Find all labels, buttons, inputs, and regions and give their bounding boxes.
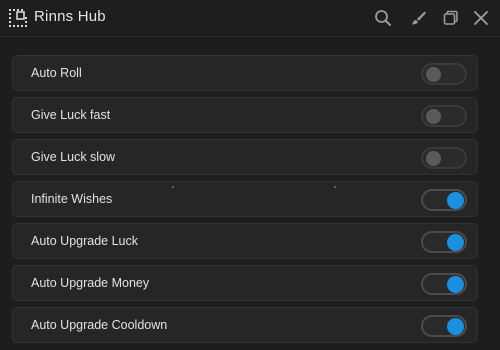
- toggle-label: Infinite Wishes: [31, 192, 113, 206]
- toggle-label: Auto Upgrade Cooldown: [31, 318, 168, 332]
- search-button[interactable]: [372, 7, 394, 29]
- toggle-switch[interactable]: [421, 147, 467, 169]
- artifact-dot: [172, 186, 174, 188]
- toggle-row-auto-upgrade-cooldown: Auto Upgrade Cooldown: [12, 307, 478, 343]
- toggle-label: Give Luck slow: [31, 150, 116, 164]
- toggle-knob: [426, 109, 441, 124]
- close-icon: [474, 11, 488, 25]
- toggle-label: Auto Upgrade Money: [31, 276, 150, 290]
- toggle-row-give-luck-fast: Give Luck fast: [12, 97, 478, 133]
- toggle-switch[interactable]: [421, 189, 467, 211]
- title-bar: Rinns Hub: [0, 0, 500, 37]
- hub-window: Rinns Hub Auto Roll Give Luck fast Give …: [0, 0, 500, 350]
- artifact-dot: [334, 186, 336, 188]
- toggle-row-infinite-wishes: Infinite Wishes: [12, 181, 478, 217]
- toggle-knob: [447, 192, 464, 209]
- search-icon: [375, 10, 391, 26]
- brush-button[interactable]: [407, 7, 429, 29]
- close-button[interactable]: [470, 7, 492, 29]
- toggle-knob: [426, 67, 441, 82]
- toggle-label: Give Luck fast: [31, 108, 111, 122]
- toggle-row-auto-upgrade-luck: Auto Upgrade Luck: [12, 223, 478, 259]
- toggle-row-auto-roll: Auto Roll: [12, 55, 478, 91]
- toggle-switch[interactable]: [421, 63, 467, 85]
- toggle-label: Auto Roll: [31, 66, 82, 80]
- toggle-knob: [426, 151, 441, 166]
- toggle-knob: [447, 318, 464, 335]
- restore-icon: [443, 10, 458, 25]
- toggle-knob: [447, 234, 464, 251]
- window-title: Rinns Hub: [34, 8, 106, 25]
- toggle-row-give-luck-slow: Give Luck slow: [12, 139, 478, 175]
- toggle-switch[interactable]: [421, 315, 467, 337]
- toggle-row-auto-upgrade-money: Auto Upgrade Money: [12, 265, 478, 301]
- grid-dots-icon: [8, 8, 28, 28]
- toggle-switch[interactable]: [421, 273, 467, 295]
- brush-icon: [412, 11, 426, 25]
- toggle-label: Auto Upgrade Luck: [31, 234, 139, 248]
- toggle-knob: [447, 276, 464, 293]
- toggle-list: Auto Roll Give Luck fast Give Luck slow …: [12, 55, 478, 349]
- restore-button[interactable]: [440, 7, 462, 29]
- toggle-switch[interactable]: [421, 231, 467, 253]
- toggle-switch[interactable]: [421, 105, 467, 127]
